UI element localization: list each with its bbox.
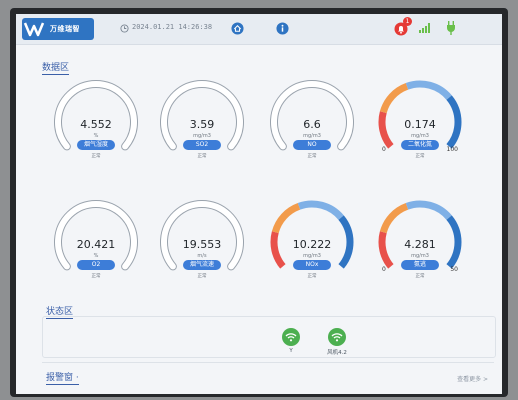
gauge-value: 4.281 <box>404 238 436 251</box>
datetime-display: 2024.01.21 14:26:38 <box>132 23 213 31</box>
gauge-arc-segment <box>379 203 409 234</box>
gauge-name-pill: 二氧化氮 <box>401 140 439 150</box>
gauge-4[interactable]: 0.174 mg/m3 二氧化氮正常 0 100 <box>372 76 468 176</box>
gauge-unit: mg/m3 <box>411 133 429 139</box>
gauge-min-label: 0 <box>382 146 386 153</box>
home-icon[interactable] <box>231 22 244 35</box>
gauge-unit: % <box>93 253 99 259</box>
gauge-status: 正常 <box>91 154 101 159</box>
gauge-arc-segment <box>379 83 409 114</box>
gauge-value: 3.59 <box>189 118 215 131</box>
gauge-status: 正常 <box>307 274 317 279</box>
gauge-unit: mg/m3 <box>193 133 211 139</box>
gauge-name-pill: 氨逃 <box>401 260 439 270</box>
gauge-unit: m/s <box>197 253 207 259</box>
gauge-arc-segment <box>405 200 452 220</box>
gauge-3[interactable]: 6.6 mg/m3 NO 正常 <box>264 76 360 176</box>
gauge-arc-segment <box>271 203 301 234</box>
gauge-status: 正常 <box>415 154 425 159</box>
gauge-unit: % <box>93 133 99 139</box>
data-section-title: 数据区 <box>42 60 70 75</box>
status-item-1[interactable]: Y <box>271 328 311 354</box>
wifi-icon <box>282 328 300 346</box>
gauge-value: 20.421 <box>76 238 116 251</box>
gauge-name-pill: NOx <box>293 260 331 270</box>
gauge-value: 0.174 <box>404 118 436 131</box>
gauge-status: 正常 <box>415 274 425 279</box>
gauge-5[interactable]: 20.421% O2 正常 <box>48 196 144 296</box>
gauge-max-label: 50 <box>450 266 458 273</box>
gauge-arc-segment <box>405 80 452 100</box>
gauge-6[interactable]: 19.553 m/s 烟气流速正常 <box>154 196 250 296</box>
gauge-unit: mg/m3 <box>411 253 429 259</box>
alarm-count-badge: 1 <box>403 17 412 26</box>
status-item-label: 风机4.2 <box>327 350 347 356</box>
plug-icon <box>447 21 455 35</box>
alarm-more-link[interactable]: 查看更多 > <box>457 374 488 383</box>
gauge-status: 正常 <box>197 274 207 279</box>
logo-mark-icon <box>23 22 45 37</box>
gauge-2[interactable]: 3.59 mg/m3 SO2 正常 <box>154 76 250 176</box>
gauge-7[interactable]: 10.222 mg/m3 NOx 正常 <box>264 196 360 296</box>
gauge-name-pill: 烟气湿度 <box>77 140 115 150</box>
gauge-arc-segment <box>297 200 344 220</box>
gauge-unit: mg/m3 <box>303 133 321 139</box>
gauge-max-label: 100 <box>446 146 458 153</box>
gauge-value: 4.552 <box>80 118 112 131</box>
gauge-min-label: 0 <box>382 266 386 273</box>
brand-logo: 万维瑞智 <box>22 18 94 40</box>
clock-icon <box>120 24 129 33</box>
status-panel <box>42 316 496 358</box>
gauge-status: 正常 <box>307 154 317 159</box>
status-item-label: Y <box>289 348 293 354</box>
gauge-name-pill: SO2 <box>183 140 221 150</box>
gauge-status: 正常 <box>91 274 101 279</box>
gauge-unit: mg/m3 <box>303 253 321 259</box>
gauge-8[interactable]: 4.281 mg/m3 氨逃正常 0 50 <box>372 196 468 296</box>
gauge-value: 6.6 <box>303 118 321 131</box>
gauge-value: 19.553 <box>182 238 222 251</box>
wifi-icon <box>328 328 346 346</box>
gauge-1[interactable]: 4.552% 烟气湿度正常 <box>48 76 144 176</box>
top-bar: 万维瑞智 2024.01.21 14:26:38 1 <box>16 14 502 45</box>
gauge-name-pill: 烟气流速 <box>183 260 221 270</box>
gauge-status: 正常 <box>197 154 207 159</box>
alarm-panel <box>42 362 494 393</box>
signal-bars-icon <box>419 23 430 33</box>
hmi-screen: 万维瑞智 2024.01.21 14:26:38 1 数据区 4.552 % 烟… <box>16 14 502 394</box>
gauge-name-pill: NO <box>293 140 331 150</box>
status-item-2[interactable]: 风机4.2 <box>317 328 357 356</box>
alarm-section-title: 报警窗 · <box>46 370 79 385</box>
gauge-name-pill: O2 <box>77 260 115 270</box>
gauge-value: 10.222 <box>292 238 332 251</box>
info-icon[interactable] <box>276 22 289 35</box>
brand-name: 万维瑞智 <box>50 25 80 33</box>
